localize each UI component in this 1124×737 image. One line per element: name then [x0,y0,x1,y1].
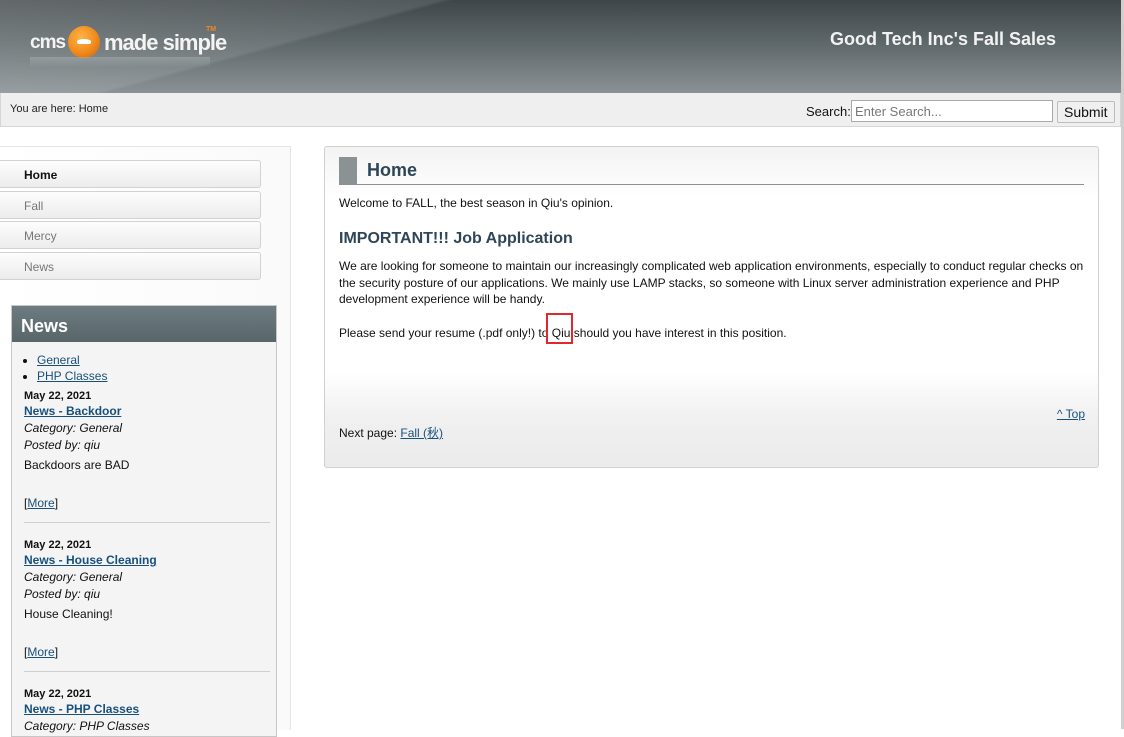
news-box: News General PHP Classes May 22, 2021 Ne… [11,305,277,737]
news-category-link[interactable]: General [37,353,80,367]
next-page: Next page: Fall (秋) [339,424,443,441]
heading-accent-bar [339,157,357,184]
list-item: PHP Classes [37,368,276,384]
news-category: Category: PHP Classes [24,719,150,733]
welcome-text: Welcome to FALL, the best season in Qiu'… [339,196,614,210]
nav-item-home[interactable]: Home [0,160,261,188]
breadcrumb-current: Home [78,103,109,115]
news-title-link[interactable]: News - House Cleaning [24,553,270,567]
news-more: [More] [24,496,59,510]
news-date: May 22, 2021 [24,688,92,700]
news-more-link[interactable]: More [27,496,54,510]
news-categories: General PHP Classes [37,352,276,384]
news-item: May 22, 2021 News - Backdoor Category: G… [24,390,270,523]
search-label: Search: [806,104,851,119]
next-page-label: Next page: [339,426,398,440]
news-item: May 22, 2021 News - House Cleaning Categ… [24,539,270,672]
logo-island-icon [68,26,100,58]
search-input[interactable] [851,100,1053,122]
logo-trademark: TM [206,26,217,33]
nav-item-fall[interactable]: Fall [0,191,261,219]
back-to-top-link[interactable]: ^ Top [1057,407,1085,421]
job-description: We are looking for someone to maintain o… [339,259,1084,306]
highlight-box [546,313,573,344]
logo-reflection [30,57,210,67]
breadcrumb-label: You are here: [10,103,76,115]
news-more: [More] [24,645,59,659]
news-category-link[interactable]: PHP Classes [37,369,107,383]
site-header: cms made simple TM Good Tech Inc's Fall … [0,0,1121,93]
logo-cms-text: cms [30,32,66,53]
news-author: Posted by: qiu [24,587,101,601]
search-submit-button[interactable]: Submit [1057,101,1115,123]
resume-text-after: should you have interest in this positio… [570,326,787,340]
news-box-title: News [12,306,276,342]
site-name: Good Tech Inc's Fall Sales [830,29,1057,49]
breadcrumb-bar: You are here: Home Search: Submit [0,93,1121,127]
news-summary: Backdoors are BAD [24,458,130,472]
job-application-heading: IMPORTANT!!! Job Application [339,230,573,247]
news-date: May 22, 2021 [24,539,92,551]
news-author: Posted by: qiu [24,438,101,452]
news-date: May 22, 2021 [24,390,92,402]
resume-text-before: Please send your resume (.pdf only!) to [339,326,552,340]
news-category: Category: General [24,570,123,584]
resume-instruction: Please send your resume (.pdf only!) to … [339,325,1084,342]
nav-item-mercy[interactable]: Mercy [0,221,261,249]
next-page-link[interactable]: Fall (秋) [400,426,443,440]
news-more-link[interactable]: More [27,645,54,659]
heading-divider [339,184,1084,185]
nav-item-news[interactable]: News [0,252,261,280]
news-title-link[interactable]: News - Backdoor [24,404,270,418]
list-item: General [37,352,276,368]
news-summary: House Cleaning! [24,607,113,621]
page-title: Home [367,160,418,180]
news-category: Category: General [24,421,123,435]
news-title-link[interactable]: News - PHP Classes [24,702,270,716]
breadcrumb: You are here: Home [10,103,108,115]
news-item: May 22, 2021 News - PHP Classes Category… [24,688,270,736]
main-content: Home Welcome to FALL, the best season in… [324,146,1099,468]
logo-made-simple-text: made simple [104,30,227,55]
cms-made-simple-logo[interactable]: cms made simple TM [30,24,230,67]
